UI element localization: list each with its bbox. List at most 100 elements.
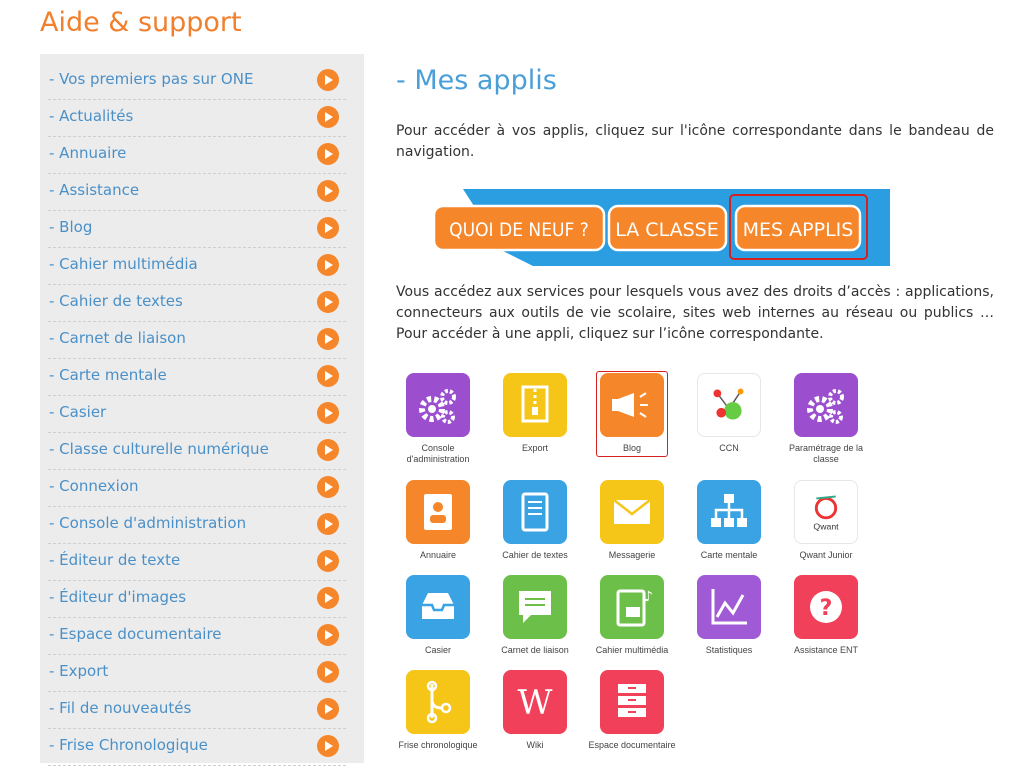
arrow-right-icon[interactable] (317, 513, 339, 535)
app-label: Paramétrage de la classe (788, 443, 864, 464)
wiki-w-icon[interactable]: W (503, 670, 567, 734)
zip-file-icon[interactable] (503, 373, 567, 437)
svg-text:Qwant: Qwant (813, 521, 839, 531)
sidebar-item-label: - Connexion (49, 477, 139, 495)
banner-button-la-classe: LA CLASSE (607, 204, 728, 252)
qwant-logo-icon[interactable]: Qwant (794, 480, 858, 544)
arrow-right-icon[interactable] (317, 587, 339, 609)
app-tile[interactable]: Espace documentaire (584, 670, 680, 762)
svg-text:W: W (518, 683, 553, 723)
app-tile[interactable]: ? Assistance ENT (778, 575, 874, 667)
sidebar-item[interactable]: - Carte mentale (48, 359, 346, 396)
sidebar-item[interactable]: - Éditeur d'images (48, 581, 346, 618)
arrow-right-icon[interactable] (317, 291, 339, 313)
sidebar-item-label: - Cahier multimédia (49, 255, 198, 273)
app-tile[interactable]: Carnet de liaison (487, 575, 583, 667)
app-label: Casier (424, 645, 451, 655)
sidebar: - Vos premiers pas sur ONE - Actualités - … (40, 54, 364, 766)
app-tile[interactable]: ♪ Cahier multimédia (584, 575, 680, 667)
highlight-frame (596, 371, 668, 457)
sidebar-item-label: - Éditeur d'images (49, 588, 187, 606)
file-drawer-icon[interactable] (600, 670, 664, 734)
app-tile[interactable]: Casier (390, 575, 486, 667)
inbox-tray-icon[interactable] (406, 575, 470, 639)
arrow-right-icon[interactable] (317, 143, 339, 165)
sidebar-item[interactable]: - Vos premiers pas sur ONE (48, 63, 346, 100)
banner-button-label: QUOI DE NEUF ? (449, 219, 589, 241)
sidebar-item[interactable]: - Fil de nouveautés (48, 692, 346, 729)
app-tile[interactable]: CCN (681, 373, 777, 465)
envelope-icon[interactable] (600, 480, 664, 544)
chat-bubble-icon[interactable] (503, 575, 567, 639)
sidebar-item-label: - Actualités (49, 107, 134, 125)
app-tile[interactable]: Statistiques (681, 575, 777, 667)
arrow-right-icon[interactable] (317, 439, 339, 461)
app-label: Carnet de liaison (501, 645, 569, 655)
gears-icon[interactable] (406, 373, 470, 437)
app-tile[interactable]: Frise chronologique (390, 670, 486, 762)
arrow-right-icon[interactable] (317, 106, 339, 128)
sidebar-item[interactable]: - Frise Chronologique (48, 729, 346, 766)
sidebar-item[interactable]: - Espace documentaire (48, 618, 346, 655)
arrow-right-icon[interactable] (317, 624, 339, 646)
banner-button-label: LA CLASSE (615, 219, 718, 241)
sidebar-item[interactable]: - Console d'administration (48, 507, 346, 544)
arrow-right-icon[interactable] (317, 402, 339, 424)
sidebar-item[interactable]: - Cahier multimédia (48, 248, 346, 285)
arrow-right-icon[interactable] (317, 550, 339, 572)
line-chart-icon[interactable] (697, 575, 761, 639)
app-label: Espace documentaire (588, 740, 676, 750)
question-mark-icon[interactable]: ? (794, 575, 858, 639)
app-tile[interactable]: Console d'administration (390, 373, 486, 465)
arrow-right-icon[interactable] (317, 180, 339, 202)
app-tile[interactable]: Blog (584, 371, 680, 465)
sidebar-item-label: - Frise Chronologique (49, 736, 208, 754)
sidebar-item[interactable]: - Connexion (48, 470, 346, 507)
sidebar-item-label: - Carte mentale (49, 366, 167, 384)
gears-icon[interactable] (794, 373, 858, 437)
banner-button-label: MES APPLIS (743, 219, 854, 241)
multimedia-notebook-icon[interactable]: ♪ (600, 575, 664, 639)
arrow-right-icon[interactable] (317, 254, 339, 276)
app-tile[interactable]: Carte mentale (681, 480, 777, 572)
sidebar-item[interactable]: - Cahier de textes (48, 285, 346, 322)
address-book-icon[interactable] (406, 480, 470, 544)
app-tile[interactable]: Messagerie (584, 480, 680, 572)
app-tile[interactable]: W Wiki (487, 670, 583, 762)
sidebar-item[interactable]: - Export (48, 655, 346, 692)
arrow-right-icon[interactable] (317, 735, 339, 757)
arrow-right-icon[interactable] (317, 698, 339, 720)
app-tile[interactable]: Qwant Qwant Junior (778, 480, 874, 572)
sidebar-item[interactable]: - Classe culturelle numérique (48, 433, 346, 470)
arrow-right-icon[interactable] (317, 476, 339, 498)
arrow-right-icon[interactable] (317, 69, 339, 91)
ccn-logo-icon[interactable] (697, 373, 761, 437)
timeline-icon[interactable] (406, 670, 470, 734)
arrow-right-icon[interactable] (317, 217, 339, 239)
sitemap-icon[interactable] (697, 480, 761, 544)
app-tile[interactable]: Export (487, 373, 583, 465)
sidebar-item[interactable]: - Actualités (48, 100, 346, 137)
sidebar-item[interactable]: - Annuaire (48, 137, 346, 174)
app-label: Wiki (526, 740, 544, 750)
sidebar-item-label: - Espace documentaire (49, 625, 222, 643)
app-tile[interactable]: Cahier de textes (487, 480, 583, 572)
sidebar-item[interactable]: - Casier (48, 396, 346, 433)
sidebar-item-label: - Annuaire (49, 144, 127, 162)
sidebar-item[interactable]: - Éditeur de texte (48, 544, 346, 581)
app-tile[interactable]: Paramétrage de la classe (778, 373, 874, 465)
arrow-right-icon[interactable] (317, 365, 339, 387)
sidebar-item[interactable]: - Assistance (48, 174, 346, 211)
section-title: - Mes applis (396, 65, 557, 96)
arrow-right-icon[interactable] (317, 328, 339, 350)
notebook-icon[interactable] (503, 480, 567, 544)
sidebar-item[interactable]: - Carnet de liaison (48, 322, 346, 359)
arrow-right-icon[interactable] (317, 661, 339, 683)
sidebar-item-label: - Éditeur de texte (49, 551, 181, 569)
sidebar-item[interactable]: - Blog (48, 211, 346, 248)
banner-button-quoi-de-neuf: QUOI DE NEUF ? (433, 204, 606, 252)
app-tile[interactable]: Annuaire (390, 480, 486, 572)
app-label: Carte mentale (700, 550, 758, 560)
app-label: Console d'administration (406, 443, 470, 464)
app-label: Annuaire (419, 550, 457, 560)
